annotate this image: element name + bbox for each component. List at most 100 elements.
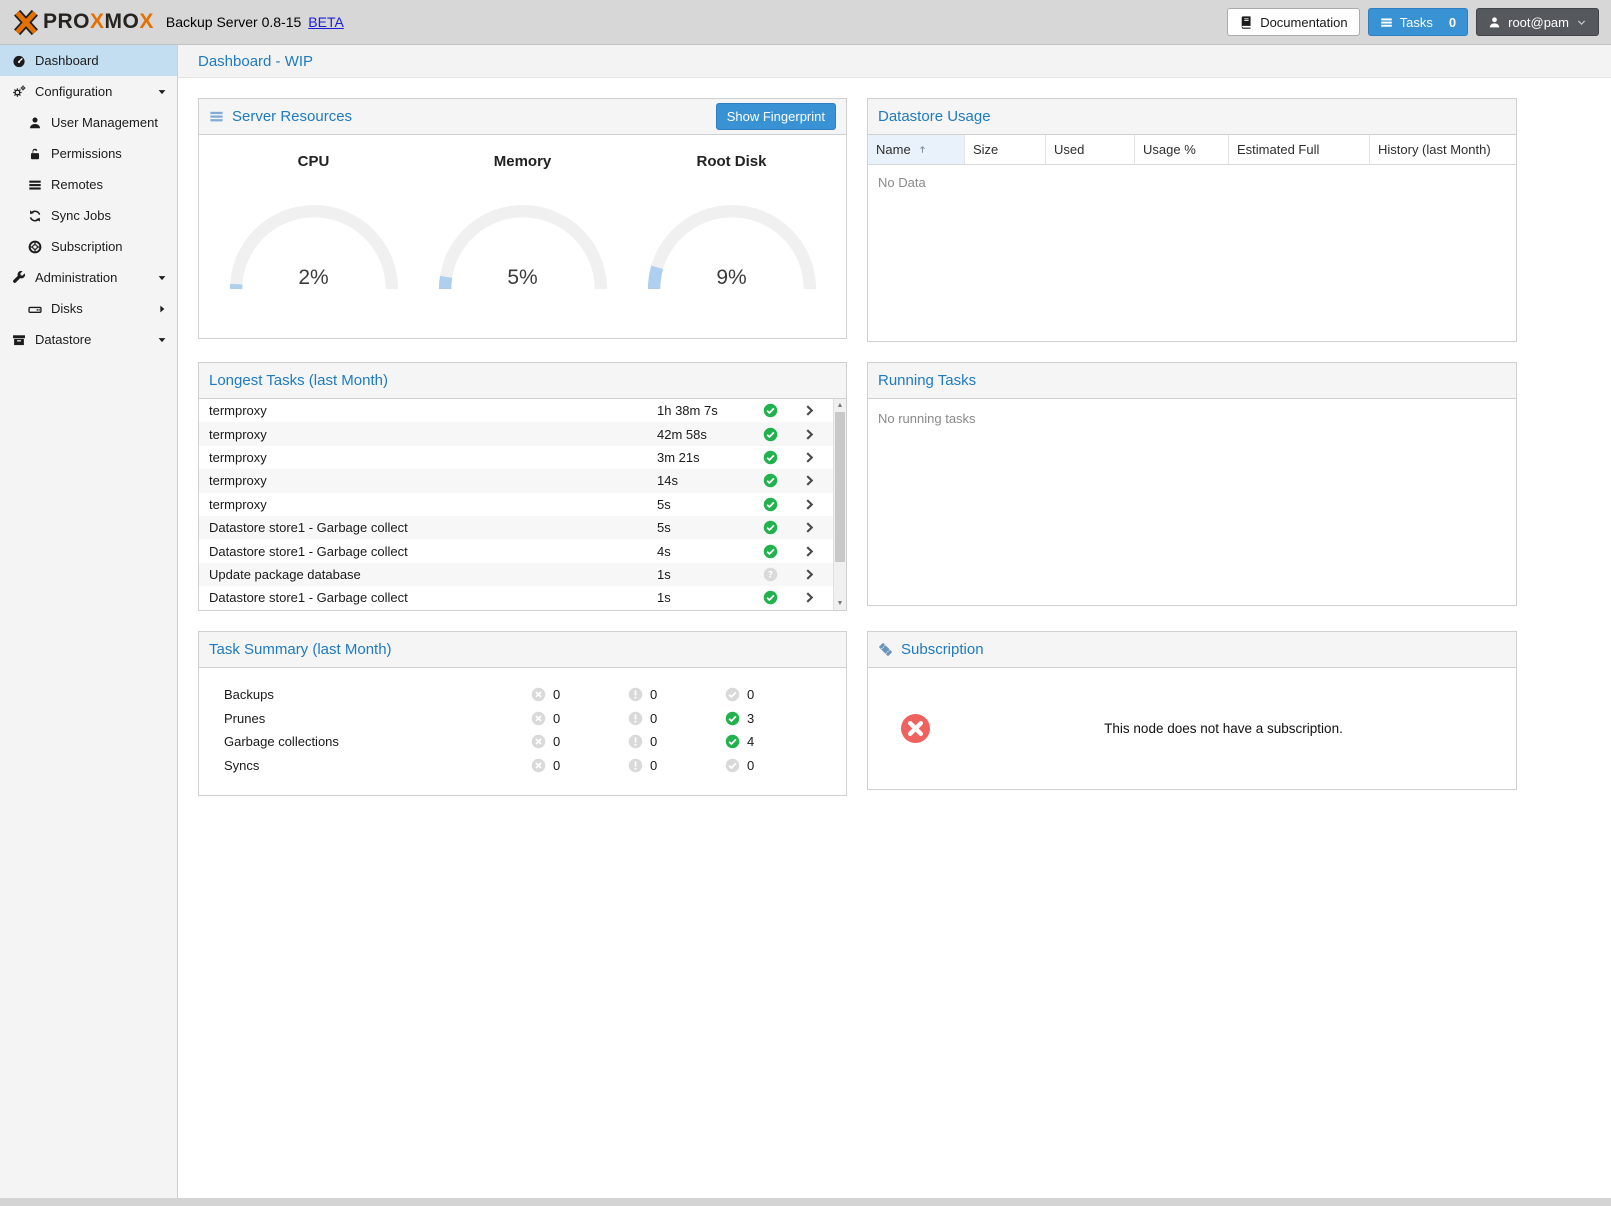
error-circle-icon [531,711,546,726]
archive-icon [12,333,26,347]
panel-title: Longest Tasks (last Month) [209,372,388,389]
scrollbar-thumb[interactable] [835,412,845,562]
column-header-size[interactable]: Size [965,135,1046,164]
panel-title: Datastore Usage [878,108,991,125]
username-label: root@pam [1508,15,1569,30]
header-actions: Documentation Tasks 0 root@pam [1227,8,1599,36]
gauge-label: Root Disk [627,153,836,170]
column-header-estimated-full[interactable]: Estimated Full [1229,135,1370,164]
sidebar-item-label: Datastore [35,332,91,347]
sidebar-item-dashboard[interactable]: Dashboard [0,45,177,76]
column-header-name[interactable]: Name [868,135,965,164]
open-task-button[interactable] [803,591,833,604]
sidebar-item-label: Remotes [51,177,103,192]
column-header-history[interactable]: History (last Month) [1370,135,1516,164]
sidebar-item-user-management[interactable]: User Management [0,107,177,138]
sync-icon [28,209,42,223]
chevron-right-icon [803,591,816,604]
task-row[interactable]: termproxy 5s [199,493,833,516]
documentation-label: Documentation [1260,15,1347,30]
scroll-down-button[interactable]: ▼ [834,597,846,610]
task-summary-header: Task Summary (last Month) [199,632,846,668]
check-circle-icon [763,497,778,512]
task-row[interactable]: termproxy 1h 38m 7s [199,399,833,422]
open-task-button[interactable] [803,474,833,487]
show-fingerprint-button[interactable]: Show Fingerprint [716,103,836,130]
task-row[interactable]: termproxy 3m 21s [199,446,833,469]
user-icon [1488,16,1501,29]
chevron-right-icon [803,498,816,511]
user-icon [28,116,42,130]
running-tasks-header: Running Tasks [868,363,1516,399]
resources-icon [209,109,224,124]
scroll-up-button[interactable]: ▲ [834,399,846,412]
subscription-body: This node does not have a subscription. [868,668,1516,789]
running-tasks-panel: Running Tasks No running tasks [867,362,1517,606]
cpu-gauge: CPU 2% [209,153,418,338]
wrench-icon [12,271,26,285]
sidebar-item-label: Administration [35,270,117,285]
documentation-button[interactable]: Documentation [1227,8,1359,36]
root-disk-gauge: Root Disk 9% [627,153,836,338]
open-task-button[interactable] [803,568,833,581]
chevron-down-icon[interactable] [156,86,168,98]
beta-link[interactable]: BETA [308,14,344,30]
sidebar-item-datastore[interactable]: Datastore [0,324,177,355]
panel-title: Subscription [901,641,984,658]
chevron-down-icon[interactable] [156,334,168,346]
task-summary-panel: Task Summary (last Month) Backups 0 0 0 … [198,631,847,796]
summary-row-prunes: Prunes 0 0 3 [224,707,846,731]
open-task-button[interactable] [803,404,833,417]
warning-circle-icon [628,711,643,726]
chevron-right-icon [803,568,816,581]
open-task-button[interactable] [803,521,833,534]
scrollbar[interactable]: ▲ ▼ [833,399,846,610]
column-header-used[interactable]: Used [1046,135,1135,164]
task-summary-body: Backups 0 0 0 Prunes 0 0 3 Garbage colle… [199,668,846,795]
check-circle-icon [763,403,778,418]
check-circle-icon [763,427,778,442]
longest-tasks-header: Longest Tasks (last Month) [199,363,846,399]
sidebar-item-configuration[interactable]: Configuration [0,76,177,107]
panel-title: Server Resources [232,108,352,125]
check-circle-icon [725,687,740,702]
sidebar-item-remotes[interactable]: Remotes [0,169,177,200]
task-row[interactable]: termproxy 14s [199,469,833,492]
tasks-label: Tasks [1400,15,1433,30]
open-task-button[interactable] [803,428,833,441]
sidebar-item-administration[interactable]: Administration [0,262,177,293]
proxmox-logo[interactable]: PROXMOX [12,9,154,36]
task-row[interactable]: Datastore store1 - Garbage collect 1s [199,586,833,609]
open-task-button[interactable] [803,451,833,464]
task-row[interactable]: Datastore store1 - Garbage collect 4s [199,539,833,562]
panel-title: Running Tasks [878,372,976,389]
datastore-usage-header: Datastore Usage [868,99,1516,135]
sidebar-item-label: Subscription [51,239,123,254]
chevron-right-icon[interactable] [156,303,168,315]
error-circle-icon [531,758,546,773]
task-row[interactable]: Update package database 1s [199,563,833,586]
sidebar-item-sync-jobs[interactable]: Sync Jobs [0,200,177,231]
user-menu-button[interactable]: root@pam [1476,8,1599,36]
product-version-label: Backup Server 0.8-15 [166,14,301,30]
chevron-down-icon[interactable] [156,272,168,284]
sidebar-item-permissions[interactable]: Permissions [0,138,177,169]
open-task-button[interactable] [803,498,833,511]
sidebar-item-subscription[interactable]: Subscription [0,231,177,262]
datastore-usage-panel: Datastore Usage Name Size Used Usage % E… [867,98,1517,342]
task-row[interactable]: termproxy 42m 58s [199,422,833,445]
dashboard-content: Server Resources Show Fingerprint CPU 2% [178,78,1611,816]
sidebar-item-disks[interactable]: Disks [0,293,177,324]
question-circle-icon [763,567,778,582]
running-tasks-empty-text: No running tasks [868,399,1516,605]
column-header-usage-pct[interactable]: Usage % [1135,135,1229,164]
proxmox-x-icon [12,9,40,36]
tasks-button[interactable]: Tasks 0 [1368,8,1468,36]
open-task-button[interactable] [803,545,833,558]
chevron-right-icon [803,428,816,441]
server-resources-header: Server Resources Show Fingerprint [199,99,846,135]
sidebar-item-label: Dashboard [35,53,99,68]
chevron-right-icon [803,545,816,558]
sidebar-item-label: Permissions [51,146,122,161]
task-row[interactable]: Datastore store1 - Garbage collect 5s [199,516,833,539]
